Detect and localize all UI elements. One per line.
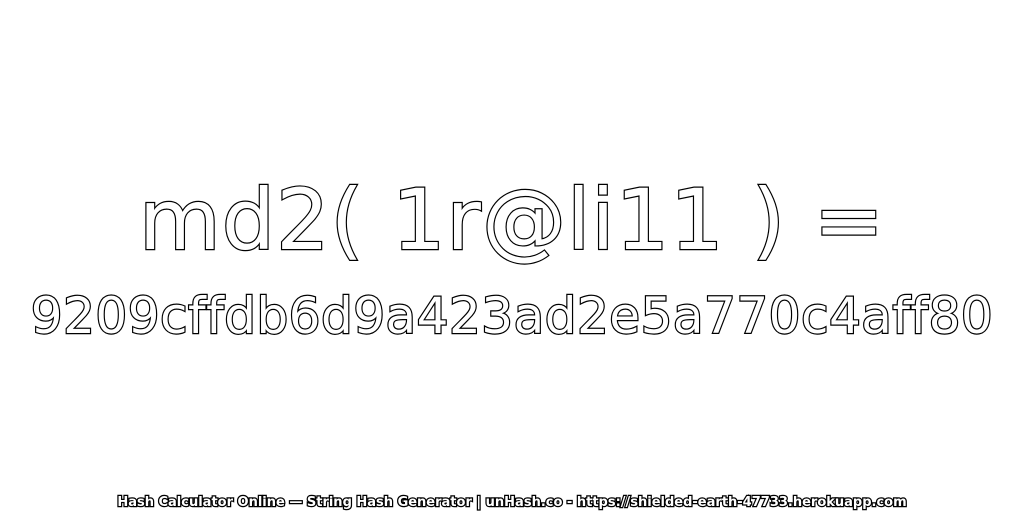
hash-result: 9209cffdb6d9a423ad2e5a770c4aff80 [30, 286, 994, 346]
hash-image-canvas: md2( 1r@li11 ) = 9209cffdb6d9a423ad2e5a7… [0, 0, 1024, 512]
hash-expression: md2( 1r@li11 ) = [138, 170, 886, 270]
site-footer-caption: Hash Calculator Online — String Hash Gen… [116, 494, 908, 512]
